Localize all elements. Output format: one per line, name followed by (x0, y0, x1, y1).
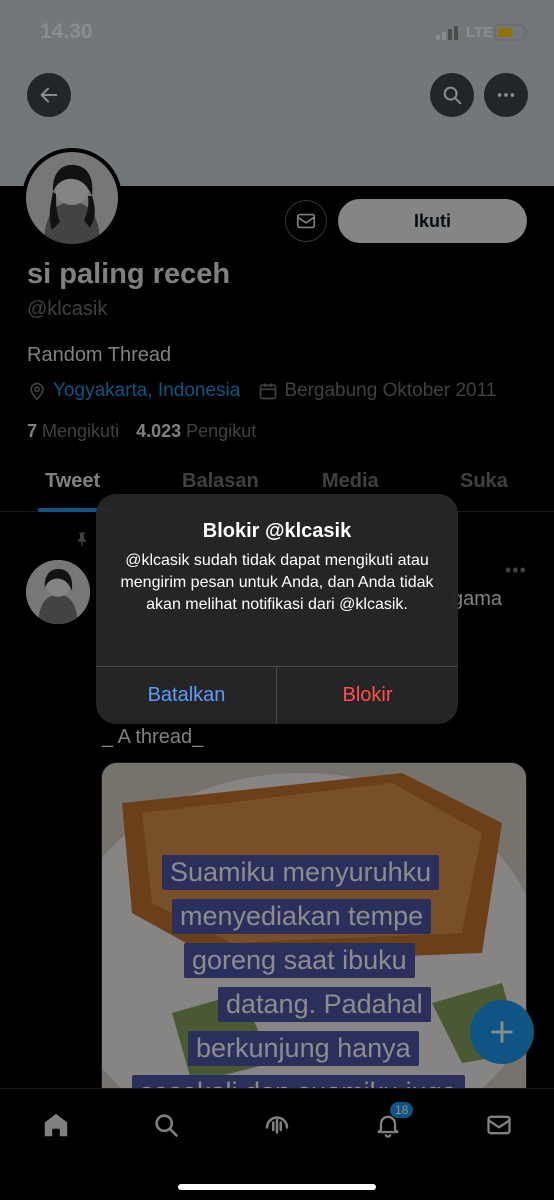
dialog-title: Blokir @klcasik (202, 520, 352, 542)
block-button[interactable]: Blokir (277, 666, 458, 724)
block-dialog: Blokir @klcasik @klcasik sudah tidak dap… (96, 494, 458, 724)
home-indicator[interactable] (178, 1184, 376, 1190)
dialog-message: @klcasik sudah tidak dapat mengikuti ata… (120, 552, 434, 613)
cancel-button[interactable]: Batalkan (96, 666, 277, 724)
